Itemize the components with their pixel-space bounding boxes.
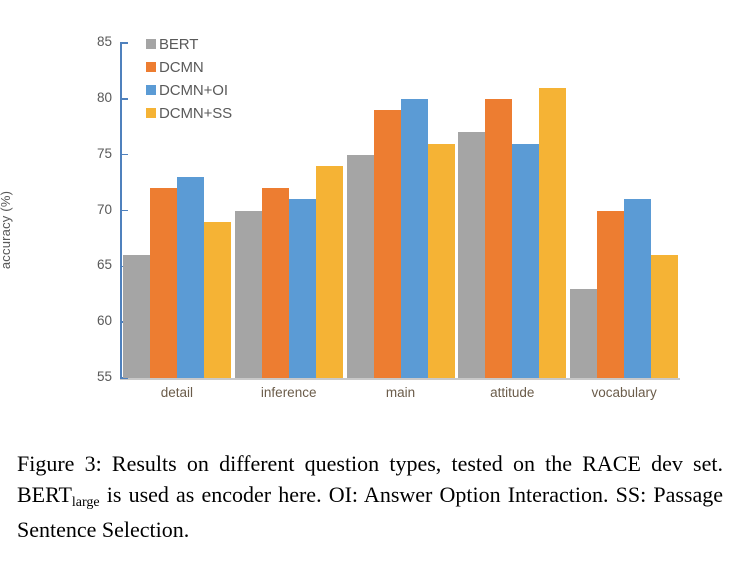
y-axis-title: accuracy (%) — [0, 190, 13, 270]
caption-suffix: is used as encoder here. OI: Answer Opti… — [17, 482, 723, 542]
bar-main-dcmn — [373, 110, 401, 378]
plot-area — [121, 43, 680, 378]
bar-vocabulary-dcmn-plus-ss — [651, 255, 679, 378]
bar-inference-bert — [234, 210, 262, 378]
y-axis-tick-label: 65 — [96, 257, 112, 273]
bar-chart: accuracy (%) 85 80 75 70 65 60 55 BERT DCMN DCMN… — [0, 0, 737, 425]
y-axis-tick-label: 75 — [96, 145, 112, 161]
bar-main-bert — [346, 154, 374, 378]
bar-group-attitude — [458, 43, 567, 378]
figure-caption: Figure 3: Results on different question … — [17, 448, 723, 545]
bar-detail-dcmn — [149, 188, 177, 378]
x-axis-tick-label-main: main — [385, 385, 416, 400]
bar-inference-dcmn — [261, 188, 289, 378]
y-axis-tick-label: 70 — [96, 201, 112, 217]
x-axis-tick-label-attitude: attitude — [490, 385, 535, 400]
bar-detail-dcmn-plus-ss — [203, 221, 231, 378]
bar-main-dcmn-plus-oi — [400, 98, 428, 378]
bar-inference-dcmn-plus-ss — [315, 165, 343, 378]
bar-detail-bert — [122, 255, 150, 378]
y-axis-tick-label: 85 — [96, 34, 112, 49]
x-axis-tick-label-detail: detail — [160, 385, 194, 400]
bar-group-inference — [234, 43, 343, 378]
bar-detail-dcmn-plus-oi — [176, 177, 204, 378]
bar-attitude-dcmn-plus-ss — [539, 87, 567, 378]
bar-vocabulary-dcmn — [597, 210, 625, 378]
bar-attitude-bert — [458, 132, 486, 378]
bar-vocabulary-bert — [570, 288, 598, 378]
figure-3: accuracy (%) 85 80 75 70 65 60 55 BERT DCMN DCMN… — [0, 0, 737, 568]
y-axis-tick-label: 55 — [96, 369, 112, 384]
y-axis-tick-label: 60 — [96, 313, 112, 329]
bar-main-dcmn-plus-ss — [427, 143, 455, 378]
bar-attitude-dcmn — [485, 98, 513, 378]
bar-inference-dcmn-plus-oi — [288, 199, 316, 378]
caption-subscript: large — [71, 495, 100, 510]
bar-group-vocabulary — [570, 43, 679, 378]
x-axis-baseline — [120, 378, 680, 380]
x-axis-tick-label-vocabulary: vocabulary — [591, 385, 657, 400]
bar-attitude-dcmn-plus-oi — [512, 143, 540, 378]
bar-group-detail — [122, 43, 231, 378]
bar-group-main — [346, 43, 455, 378]
y-axis-tick-label: 80 — [96, 89, 112, 105]
x-axis-tick-label-inference: inference — [260, 385, 317, 400]
bar-vocabulary-dcmn-plus-oi — [624, 199, 652, 378]
